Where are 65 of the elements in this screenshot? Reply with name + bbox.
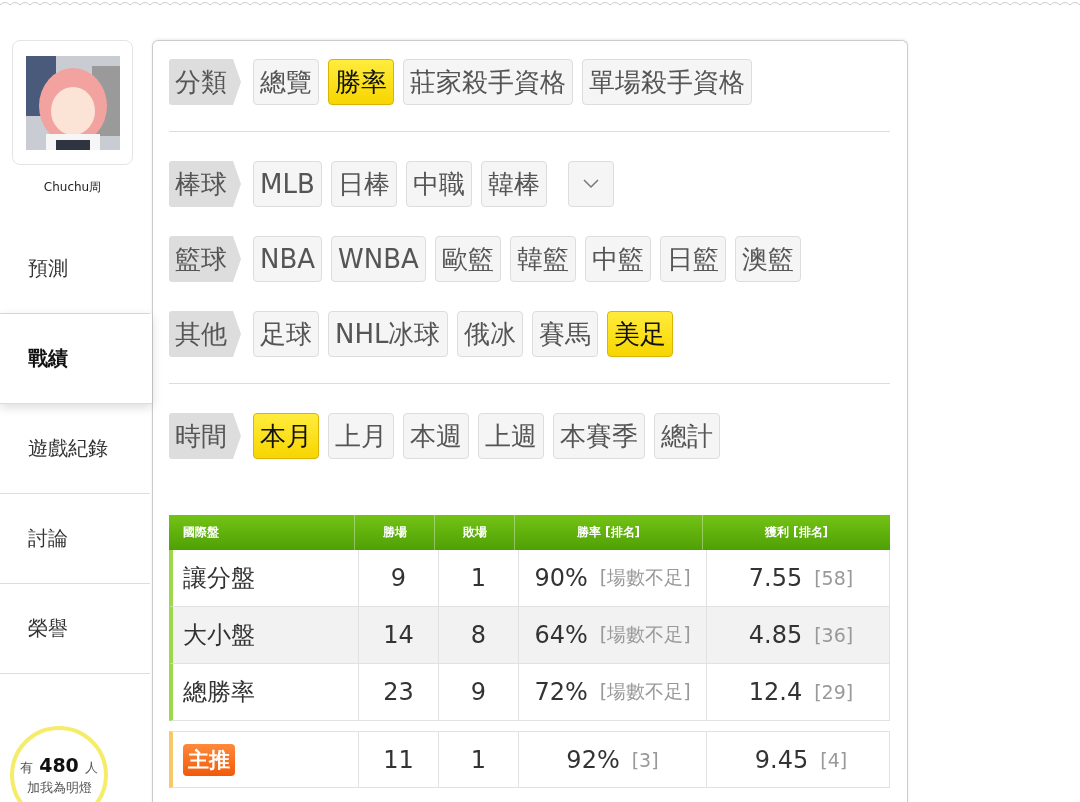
table-cell: 9 (359, 550, 439, 606)
filter-chip[interactable]: 上月 (328, 413, 394, 459)
table-cell: 1 (439, 550, 519, 606)
filter-chip[interactable]: 莊家殺手資格 (403, 59, 573, 105)
table-cell: 11 (359, 732, 439, 787)
filter-chip[interactable]: 俄冰 (456, 311, 523, 357)
filter-chip[interactable]: 中職 (405, 161, 472, 207)
fans-caption: 加我為明燈 (26, 778, 92, 797)
filter-chip[interactable]: 本月 (253, 413, 319, 459)
filter-chip[interactable]: 韓籃 (509, 236, 576, 282)
rank-note: [4] (820, 748, 848, 771)
table-cell: 1 (439, 732, 519, 787)
rank-note: [場數不足] (599, 565, 691, 590)
filter-chip[interactable]: 足球 (253, 311, 319, 357)
filter-chip[interactable]: NHL冰球 (328, 311, 448, 357)
profit-value: 7.55 (748, 564, 803, 592)
rank-note: [58] (814, 567, 854, 589)
row-label: 大小盤 (173, 607, 359, 663)
filter-chip[interactable]: 韓棒 (480, 161, 547, 207)
fans-count: 有 480 人 (20, 753, 98, 777)
win-rate: 64% (534, 621, 588, 649)
filter-chip[interactable]: 單場殺手資格 (582, 59, 752, 105)
filter-label: 棒球 (169, 161, 241, 207)
filter-label: 分類 (169, 59, 241, 105)
filter-chip[interactable]: 上週 (478, 413, 544, 459)
filter-label: 時間 (169, 413, 241, 459)
row-label: 讓分盤 (173, 550, 359, 606)
win-rate: 72% (534, 678, 588, 706)
rank-note: [29] (814, 681, 854, 703)
nav-item[interactable]: 戰績 (0, 314, 152, 404)
filter-chip[interactable]: 日籃 (659, 236, 726, 282)
filter-chip[interactable]: WNBA (331, 236, 426, 282)
profit-value: 4.85 (748, 621, 803, 649)
filter-chip[interactable]: MLB (253, 161, 322, 207)
filter-chip[interactable]: 澳籃 (734, 236, 801, 282)
filter-chip[interactable]: 總計 (654, 413, 720, 459)
chevron-down-icon (582, 179, 599, 189)
filter-chip[interactable]: 本週 (403, 413, 469, 459)
win-rate: 90% (534, 564, 588, 592)
table-cell: 23 (359, 664, 439, 720)
row-label: 總勝率 (173, 664, 359, 720)
profit-value: 12.4 (748, 678, 803, 706)
rank-note: [36] (814, 624, 854, 646)
filter-chip[interactable]: 中籃 (584, 236, 651, 282)
filter-chip[interactable]: 日棒 (330, 161, 397, 207)
rank-note: [場數不足] (599, 622, 691, 647)
rank-note: [3] (631, 748, 659, 771)
filter-chip[interactable]: 美足 (606, 311, 673, 357)
profit-value: 9.45 (754, 745, 809, 774)
rank-note: [場數不足] (599, 679, 691, 704)
user-name: Chuchu周 (42, 179, 103, 196)
featured-badge: 主推 (183, 743, 235, 776)
filter-chip[interactable]: 賽馬 (531, 311, 598, 357)
table-cell: 9 (439, 664, 519, 720)
win-rate: 92% (566, 745, 620, 774)
expand-button[interactable] (567, 161, 614, 207)
filter-chip[interactable]: 歐籃 (434, 236, 501, 282)
filter-chip[interactable]: 總覽 (253, 59, 319, 105)
filter-label: 其他 (169, 311, 241, 357)
filter-chip[interactable]: 本賽季 (553, 413, 645, 459)
table-cell: 8 (439, 607, 519, 663)
filter-chip[interactable]: NBA (253, 236, 323, 282)
filter-chip[interactable]: 勝率 (328, 59, 394, 105)
filter-label: 籃球 (169, 236, 241, 282)
table-cell: 14 (359, 607, 439, 663)
